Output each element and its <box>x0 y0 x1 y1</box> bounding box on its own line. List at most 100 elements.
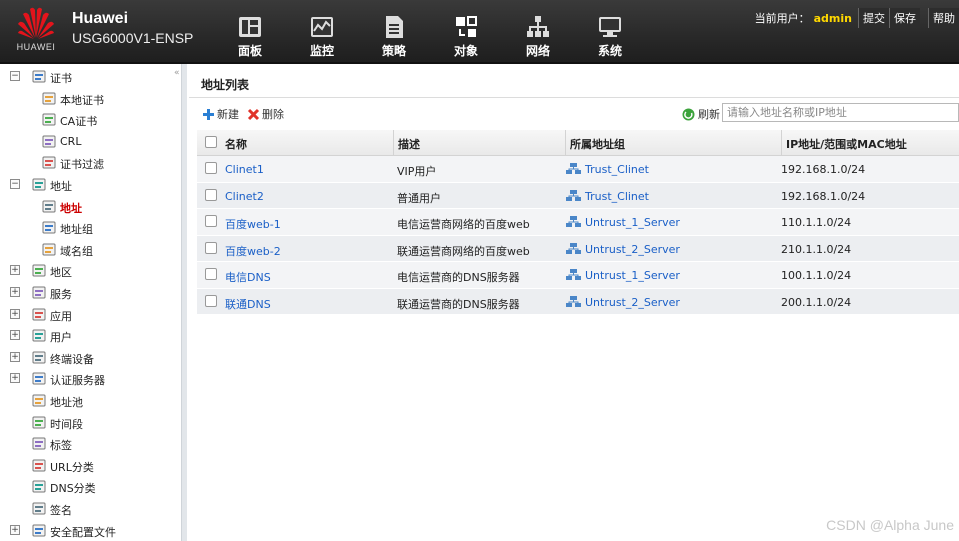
sidebar-item-label: 签名 <box>50 504 72 517</box>
sidebar-item[interactable]: − 证书 <box>0 66 180 87</box>
crl-icon <box>42 135 56 148</box>
certificate-icon <box>32 70 46 83</box>
address-group-link[interactable]: Untrust_2_Server <box>585 236 680 262</box>
table-body: Clinet1 VIP用户 Trust_Clinet 192.168.1.0/24 Cl… <box>197 156 959 315</box>
sidebar-item[interactable]: CRL <box>0 131 180 152</box>
address-name-link[interactable]: Clinet2 <box>225 183 264 209</box>
sidebar-item[interactable]: 域名组 <box>0 239 180 260</box>
sidebar-item[interactable]: + 终端设备 <box>0 347 180 368</box>
address-name-link[interactable]: 百度web-2 <box>225 236 281 262</box>
collapse-icon[interactable]: − <box>10 71 20 81</box>
sidebar-item[interactable]: + 地区 <box>0 260 180 281</box>
nav-label: 监控 <box>309 44 334 58</box>
address-name-link[interactable]: 联通DNS <box>225 289 271 315</box>
help-button[interactable]: 帮助 <box>928 8 959 28</box>
address-group-link[interactable]: Untrust_1_Server <box>585 209 680 235</box>
sidebar-item[interactable]: DNS分类 <box>0 476 180 497</box>
expand-icon[interactable]: + <box>10 287 20 297</box>
row-checkbox[interactable] <box>205 294 217 307</box>
auth-server-icon <box>32 372 46 385</box>
nav-dashboard[interactable]: 面板 <box>214 0 286 62</box>
collapse-icon[interactable]: − <box>10 179 20 189</box>
submit-button[interactable]: 提交 <box>858 8 889 28</box>
sidebar-item[interactable]: − 地址 <box>0 174 180 195</box>
column-name[interactable]: 名称 <box>197 130 393 156</box>
nav-system[interactable]: 系统 <box>574 0 646 62</box>
region-icon <box>32 264 46 277</box>
delete-button[interactable]: 删除 <box>247 106 284 122</box>
nav-label: 策略 <box>381 44 406 58</box>
column-address-group[interactable]: 所属地址组 <box>565 130 781 156</box>
column-description[interactable]: 描述 <box>393 130 565 156</box>
watermark: CSDN @Alpha June <box>826 517 954 533</box>
sidebar-item[interactable]: + 用户 <box>0 325 180 346</box>
time-range-icon <box>32 416 46 429</box>
row-checkbox[interactable] <box>205 162 217 174</box>
nav-monitor[interactable]: 监控 <box>286 0 358 62</box>
sidebar-item[interactable]: + 安全配置文件 <box>0 520 180 541</box>
sidebar-item[interactable]: 时间段 <box>0 412 180 433</box>
sidebar-item[interactable]: 地址 <box>0 196 180 217</box>
sidebar-item[interactable]: 标签 <box>0 433 180 454</box>
signature-icon <box>32 502 46 515</box>
expand-icon[interactable]: + <box>10 308 20 319</box>
nav-network[interactable]: 网络 <box>502 0 574 62</box>
address-group-link[interactable]: Trust_Clinet <box>585 183 649 209</box>
sidebar-item[interactable]: 地址组 <box>0 217 180 238</box>
address-group-link[interactable]: Trust_Clinet <box>585 156 649 182</box>
address-name-link[interactable]: Clinet1 <box>225 156 264 182</box>
nav-object[interactable]: 对象 <box>430 0 502 62</box>
address-group-link[interactable]: Untrust_2_Server <box>585 289 680 315</box>
address-name-link[interactable]: 电信DNS <box>225 262 271 288</box>
table-row[interactable]: 电信DNS 电信运营商的DNS服务器 Untrust_1_Server 100.1.1… <box>197 262 959 289</box>
sidebar-item[interactable]: + 服务 <box>0 282 180 303</box>
certificate-filter-icon <box>42 156 56 169</box>
add-icon <box>203 108 214 120</box>
sidebar-item[interactable]: + 应用 <box>0 304 180 325</box>
collapse-sidebar-icon[interactable]: « <box>174 68 180 78</box>
table-row[interactable]: Clinet2 普通用户 Trust_Clinet 192.168.1.0/24 <box>197 182 959 209</box>
sidebar-item[interactable]: 本地证书 <box>0 88 180 109</box>
address-group-link[interactable]: Untrust_1_Server <box>585 262 680 288</box>
sidebar-item[interactable]: 证书过滤 <box>0 152 180 173</box>
row-checkbox[interactable] <box>205 268 217 280</box>
expand-icon[interactable]: + <box>10 330 20 341</box>
sidebar-item-label: 安全配置文件 <box>50 525 116 539</box>
nav-policy[interactable]: 策略 <box>358 0 430 62</box>
sidebar-splitter[interactable] <box>181 64 187 541</box>
sidebar-item-label: 用户 <box>50 331 72 345</box>
refresh-button[interactable]: 刷新 <box>682 106 720 122</box>
device-model: USG6000V1-ENSP <box>72 30 194 46</box>
nav-label: 面板 <box>237 44 262 58</box>
sidebar-item[interactable]: CA证书 <box>0 109 180 130</box>
address-name-link[interactable]: 百度web-1 <box>225 209 281 235</box>
column-name-label: 名称 <box>225 138 247 151</box>
expand-icon[interactable]: + <box>10 351 20 362</box>
security-profile-icon <box>32 524 46 537</box>
sidebar-item[interactable]: 签名 <box>0 498 180 519</box>
new-button[interactable]: 新建 <box>202 106 239 122</box>
table-row[interactable]: 联通DNS 联通运营商的DNS服务器 Untrust_2_Server 200.1.1… <box>197 288 959 315</box>
table-row[interactable]: 百度web-2 联通运营商网络的百度web Untrust_2_Server 210.… <box>197 235 959 262</box>
expand-icon[interactable]: + <box>10 524 20 535</box>
row-checkbox[interactable] <box>205 241 217 254</box>
expand-icon[interactable]: + <box>10 265 20 276</box>
column-ip-address[interactable]: IP地址/范围或MAC地址 <box>781 130 959 156</box>
expand-icon[interactable]: + <box>10 373 20 384</box>
sidebar-item[interactable]: URL分类 <box>0 455 180 476</box>
table-row[interactable]: 百度web-1 电信运营商网络的百度web Untrust_1_Server 110.… <box>197 209 959 236</box>
current-user-name: admin <box>813 11 852 25</box>
save-button[interactable]: 保存 <box>889 8 920 28</box>
brand: Huawei USG6000V1-ENSP <box>72 10 193 46</box>
domain-group-icon <box>42 243 56 256</box>
sidebar-item[interactable]: 地址池 <box>0 390 180 411</box>
table-header: 名称 描述 所属地址组 IP地址/范围或MAC地址 <box>197 130 959 156</box>
row-checkbox[interactable] <box>205 188 217 201</box>
sidebar-item[interactable]: + 认证服务器 <box>0 368 180 389</box>
row-checkbox[interactable] <box>205 215 217 227</box>
address-description: 普通用户 <box>397 191 441 205</box>
select-all-checkbox[interactable] <box>205 136 217 148</box>
search-input[interactable] <box>722 103 959 122</box>
table-row[interactable]: Clinet1 VIP用户 Trust_Clinet 192.168.1.0/24 <box>197 156 959 183</box>
policy-icon <box>386 16 403 38</box>
